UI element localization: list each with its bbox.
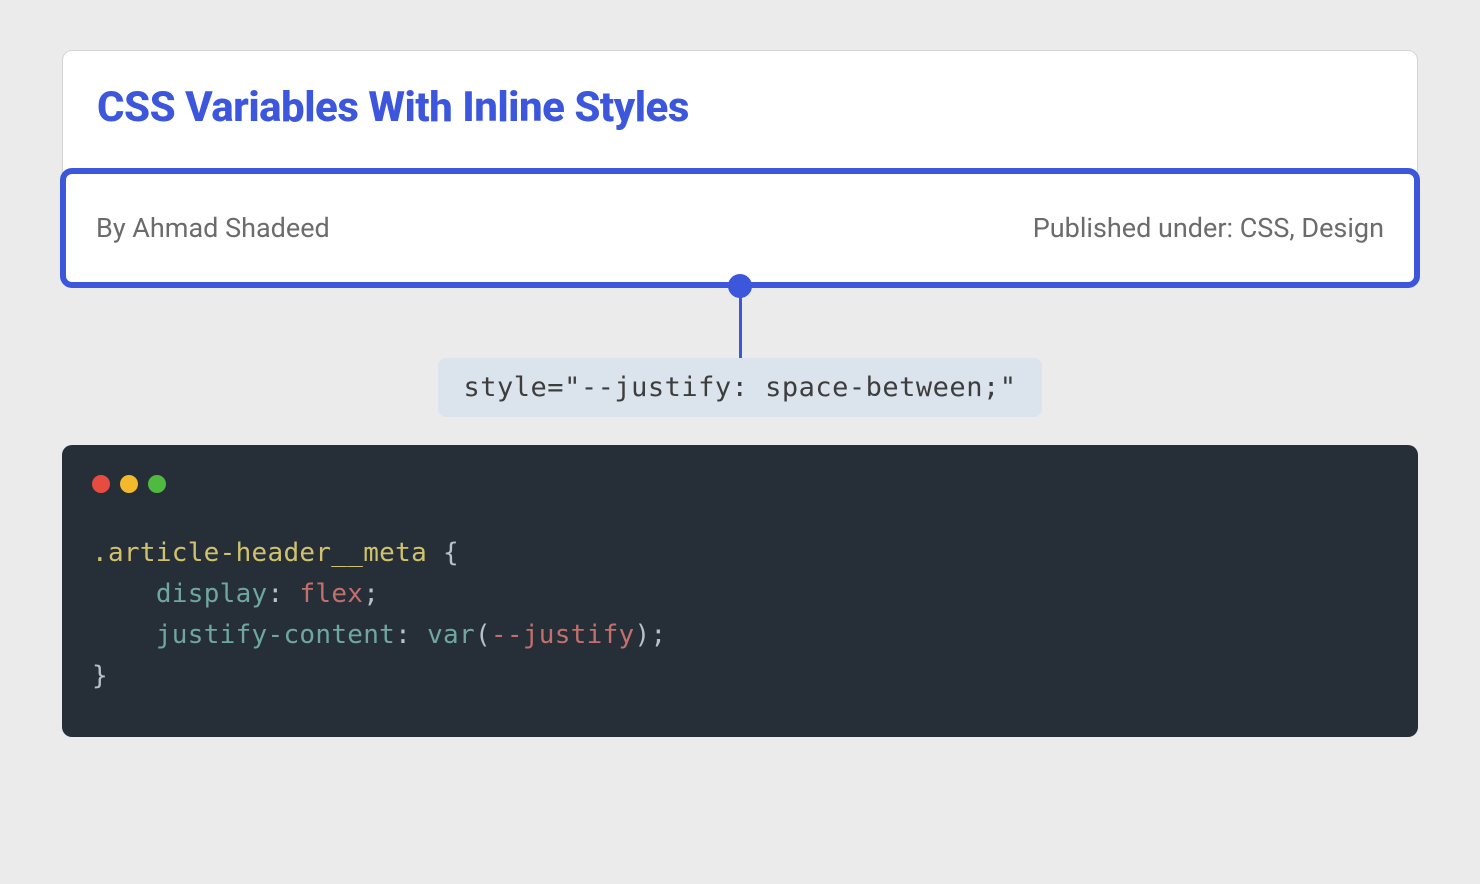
window-minimize-icon	[120, 475, 138, 493]
code-brace-open: {	[427, 538, 459, 568]
inline-style-annotation: style="--justify: space-between;"	[438, 358, 1043, 417]
code-value-flex: flex	[299, 579, 363, 609]
article-meta-row: By Ahmad Shadeed Published under: CSS, D…	[60, 168, 1420, 288]
code-func-var: var	[427, 620, 475, 650]
code-cssvar: --justify	[491, 620, 635, 650]
code-content: .article-header__meta { display: flex; j…	[92, 533, 1388, 697]
window-controls	[92, 475, 1388, 493]
code-paren-close: )	[635, 620, 651, 650]
code-selector: .article-header__meta	[92, 538, 427, 568]
article-published: Published under: CSS, Design	[1033, 212, 1384, 244]
connector-line	[739, 296, 742, 360]
connector-dot	[728, 274, 752, 298]
code-block: .article-header__meta { display: flex; j…	[62, 445, 1418, 737]
code-colon: :	[268, 579, 300, 609]
code-paren-open: (	[475, 620, 491, 650]
article-author: By Ahmad Shadeed	[96, 212, 330, 244]
article-title: CSS Variables With Inline Styles	[63, 83, 1417, 168]
code-prop-display: display	[156, 579, 268, 609]
article-card: CSS Variables With Inline Styles By Ahma…	[62, 50, 1418, 286]
code-colon: :	[395, 620, 427, 650]
code-semi: ;	[363, 579, 379, 609]
window-close-icon	[92, 475, 110, 493]
window-maximize-icon	[148, 475, 166, 493]
code-prop-justify: justify-content	[156, 620, 395, 650]
annotation-label-wrapper: style="--justify: space-between;"	[62, 358, 1418, 417]
code-semi: ;	[650, 620, 666, 650]
code-brace-close: }	[92, 661, 108, 691]
